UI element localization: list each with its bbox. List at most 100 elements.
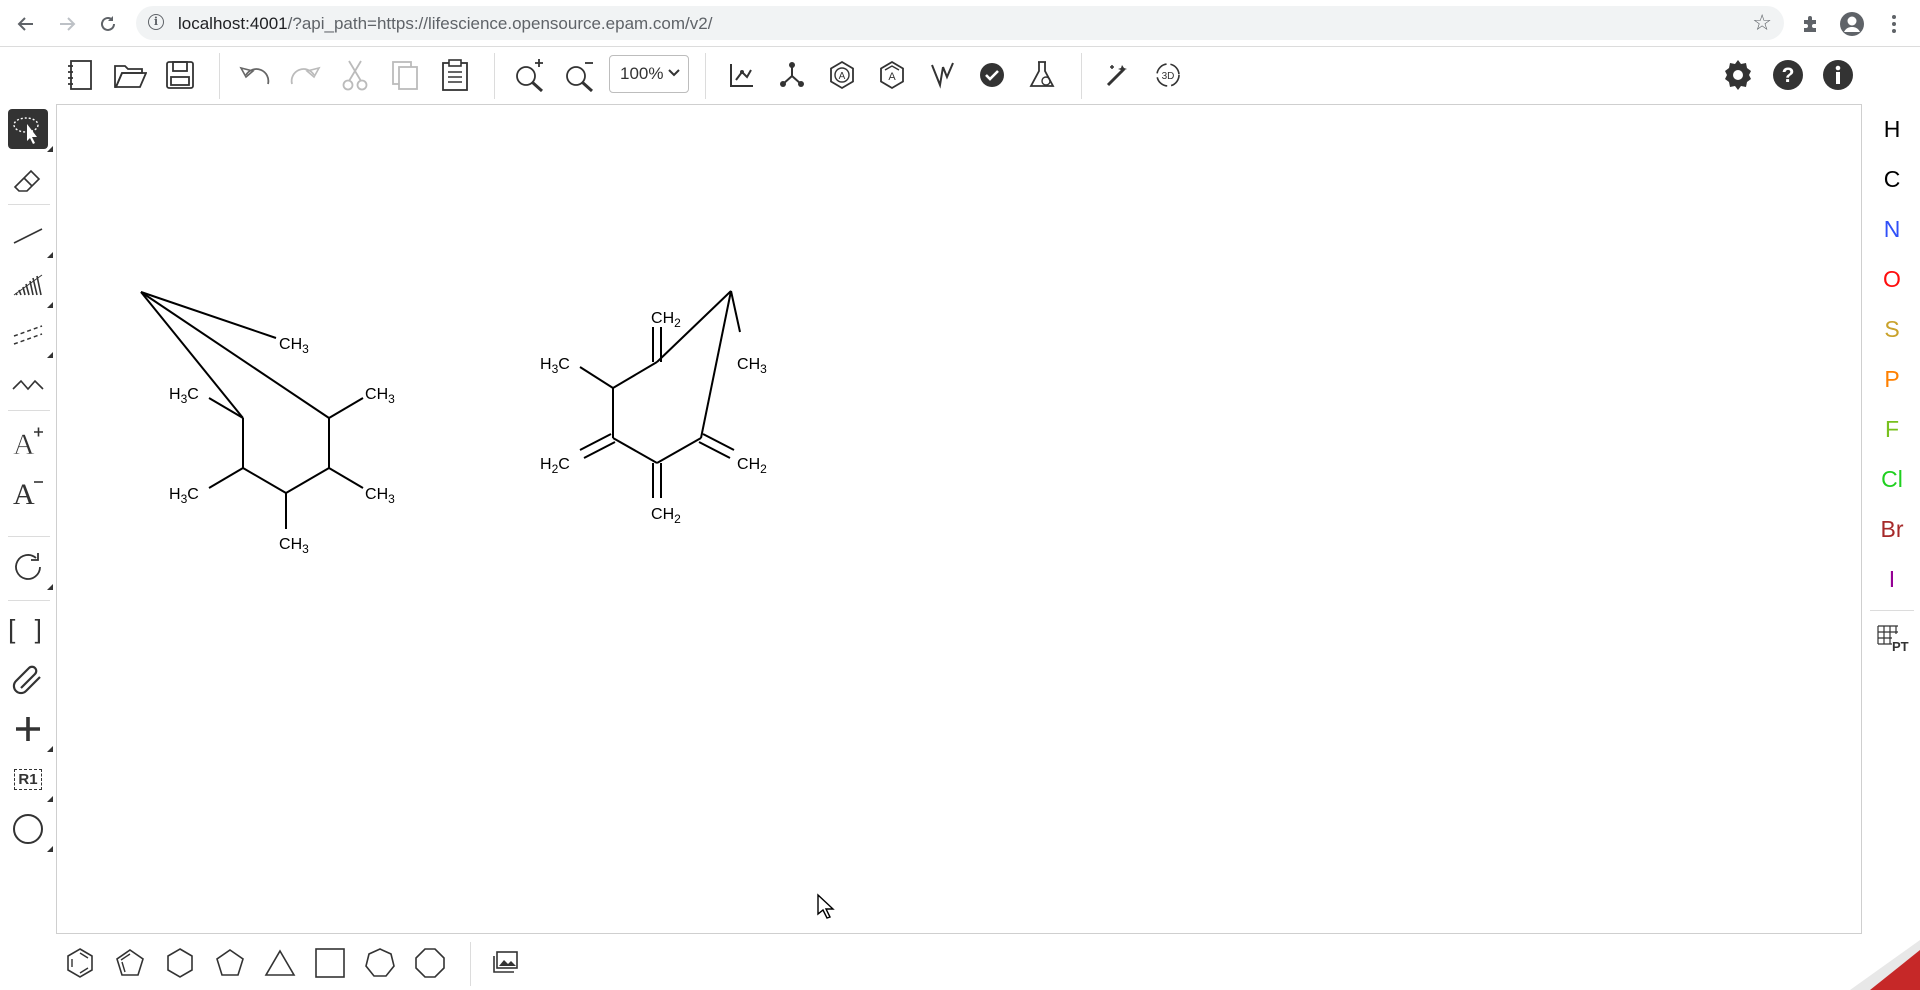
atom-label[interactable]: H3C	[169, 386, 199, 406]
bond[interactable]	[208, 397, 244, 419]
drawing-canvas[interactable]: CH3 H3C CH3 H3C CH3 CH3 CH2 H3C CH3 H2C …	[56, 104, 1862, 934]
cut-icon[interactable]	[335, 55, 375, 95]
bond[interactable]	[328, 467, 364, 489]
cyclooctane-template[interactable]	[410, 943, 450, 983]
help-icon[interactable]: ?	[1768, 55, 1808, 95]
atom-symbol: P	[1884, 365, 1900, 392]
charge-plus-tool[interactable]	[8, 709, 53, 752]
redo-icon[interactable]	[285, 55, 325, 95]
bond[interactable]	[579, 366, 614, 389]
bond[interactable]	[285, 467, 330, 494]
atom-label[interactable]: CH3	[279, 336, 309, 356]
open-file-icon[interactable]	[110, 55, 150, 95]
cycloheptane-template[interactable]	[360, 943, 400, 983]
cyclopentane-template[interactable]	[210, 943, 250, 983]
kebab-menu-icon[interactable]	[1880, 10, 1908, 38]
atom-label[interactable]: CH2	[651, 310, 681, 330]
dearomatize-icon[interactable]: A	[872, 55, 912, 95]
url-text[interactable]: localhost:4001/?api_path=https://lifesci…	[178, 14, 712, 34]
reload-icon[interactable]	[94, 10, 122, 38]
eraser-tool[interactable]	[8, 160, 48, 200]
layout-icon[interactable]	[722, 55, 762, 95]
double-bond[interactable]	[579, 433, 616, 459]
cyclobutane-template[interactable]	[310, 943, 350, 983]
benzene-template[interactable]	[60, 943, 100, 983]
stereo-bond-tool[interactable]	[8, 265, 53, 308]
atom-button-br[interactable]: Br	[1872, 509, 1912, 549]
double-bond[interactable]	[698, 433, 735, 459]
atom-button-cl[interactable]: Cl	[1872, 459, 1912, 499]
calculate-cip-icon[interactable]	[922, 55, 962, 95]
atom-label[interactable]: H3C	[540, 356, 570, 376]
atom-label[interactable]: CH2	[737, 456, 767, 476]
bond[interactable]	[612, 361, 658, 389]
forward-arrow-icon[interactable]	[53, 10, 81, 38]
clean-up-icon[interactable]	[772, 55, 812, 95]
zoom-select[interactable]: 100%	[609, 55, 689, 93]
atom-label[interactable]: CH3	[737, 356, 767, 376]
new-document-icon[interactable]	[60, 55, 100, 95]
paste-icon[interactable]	[435, 55, 475, 95]
attachment-tool[interactable]	[8, 659, 48, 699]
atom-button-f[interactable]: F	[1872, 409, 1912, 449]
recognize-image-icon[interactable]	[1098, 55, 1138, 95]
zoom-in-icon[interactable]	[510, 55, 550, 95]
atom-label[interactable]: H2C	[540, 456, 570, 476]
rotate-icon	[15, 553, 41, 580]
back-arrow-icon[interactable]	[12, 10, 40, 38]
info-icon[interactable]: i	[148, 14, 164, 30]
profile-avatar-icon[interactable]	[1838, 10, 1866, 38]
bond[interactable]	[140, 291, 277, 339]
atom-button-p[interactable]: P	[1872, 359, 1912, 399]
cyclopropane-template[interactable]	[260, 943, 300, 983]
bond[interactable]	[242, 467, 287, 494]
bond[interactable]	[656, 437, 702, 464]
single-bond-tool[interactable]	[8, 215, 53, 258]
cyclohexane-template[interactable]	[160, 943, 200, 983]
periodic-table-button[interactable]: PT	[1872, 619, 1912, 659]
3d-viewer-icon[interactable]: 3D	[1148, 55, 1188, 95]
atom-label[interactable]: CH3	[279, 536, 309, 556]
analyse-flask-icon[interactable]	[1022, 55, 1062, 95]
bookmark-star-icon[interactable]: ☆	[1752, 10, 1772, 36]
undo-icon[interactable]	[235, 55, 275, 95]
settings-gear-icon[interactable]	[1718, 55, 1758, 95]
template-library-button[interactable]	[486, 943, 526, 983]
address-bar[interactable]: i localhost:4001/?api_path=https://lifes…	[136, 6, 1784, 40]
bracket-tool[interactable]: [ ]	[8, 609, 48, 649]
check-structure-icon[interactable]	[972, 55, 1012, 95]
atom-label[interactable]: CH3	[365, 486, 395, 506]
double-bond[interactable]	[652, 463, 662, 498]
bond[interactable]	[612, 437, 658, 464]
copy-icon[interactable]	[385, 55, 425, 95]
text-decrease-tool[interactable]: A	[8, 471, 48, 511]
shape-tool[interactable]	[8, 809, 53, 852]
double-bond[interactable]	[652, 327, 662, 362]
atom-button-h[interactable]: H	[1872, 109, 1912, 149]
save-file-icon[interactable]	[160, 55, 200, 95]
bond[interactable]	[208, 467, 244, 489]
atom-button-c[interactable]: C	[1872, 159, 1912, 199]
query-bond-tool[interactable]	[8, 315, 53, 358]
atom-button-o[interactable]: O	[1872, 259, 1912, 299]
atom-button-n[interactable]: N	[1872, 209, 1912, 249]
cyclopentadiene-template[interactable]	[110, 943, 150, 983]
atom-label[interactable]: H3C	[169, 486, 199, 506]
aromatize-icon[interactable]: A	[822, 55, 862, 95]
browser-toolbar: i localhost:4001/?api_path=https://lifes…	[0, 0, 1920, 47]
atom-button-i[interactable]: I	[1872, 559, 1912, 599]
text-increase-tool[interactable]: A	[8, 421, 48, 461]
atom-button-s[interactable]: S	[1872, 309, 1912, 349]
bond[interactable]	[700, 290, 732, 439]
bond[interactable]	[730, 290, 741, 333]
bond[interactable]	[328, 397, 364, 419]
extensions-puzzle-icon[interactable]	[1797, 10, 1825, 38]
rgroup-tool[interactable]: R1	[8, 759, 53, 802]
select-lasso-tool[interactable]	[8, 109, 53, 152]
zoom-out-icon[interactable]	[560, 55, 600, 95]
chain-tool[interactable]	[8, 365, 48, 405]
about-info-icon[interactable]	[1818, 55, 1858, 95]
atom-label[interactable]: CH3	[365, 386, 395, 406]
atom-label[interactable]: CH2	[651, 506, 681, 526]
rotate-tool[interactable]	[8, 547, 53, 590]
